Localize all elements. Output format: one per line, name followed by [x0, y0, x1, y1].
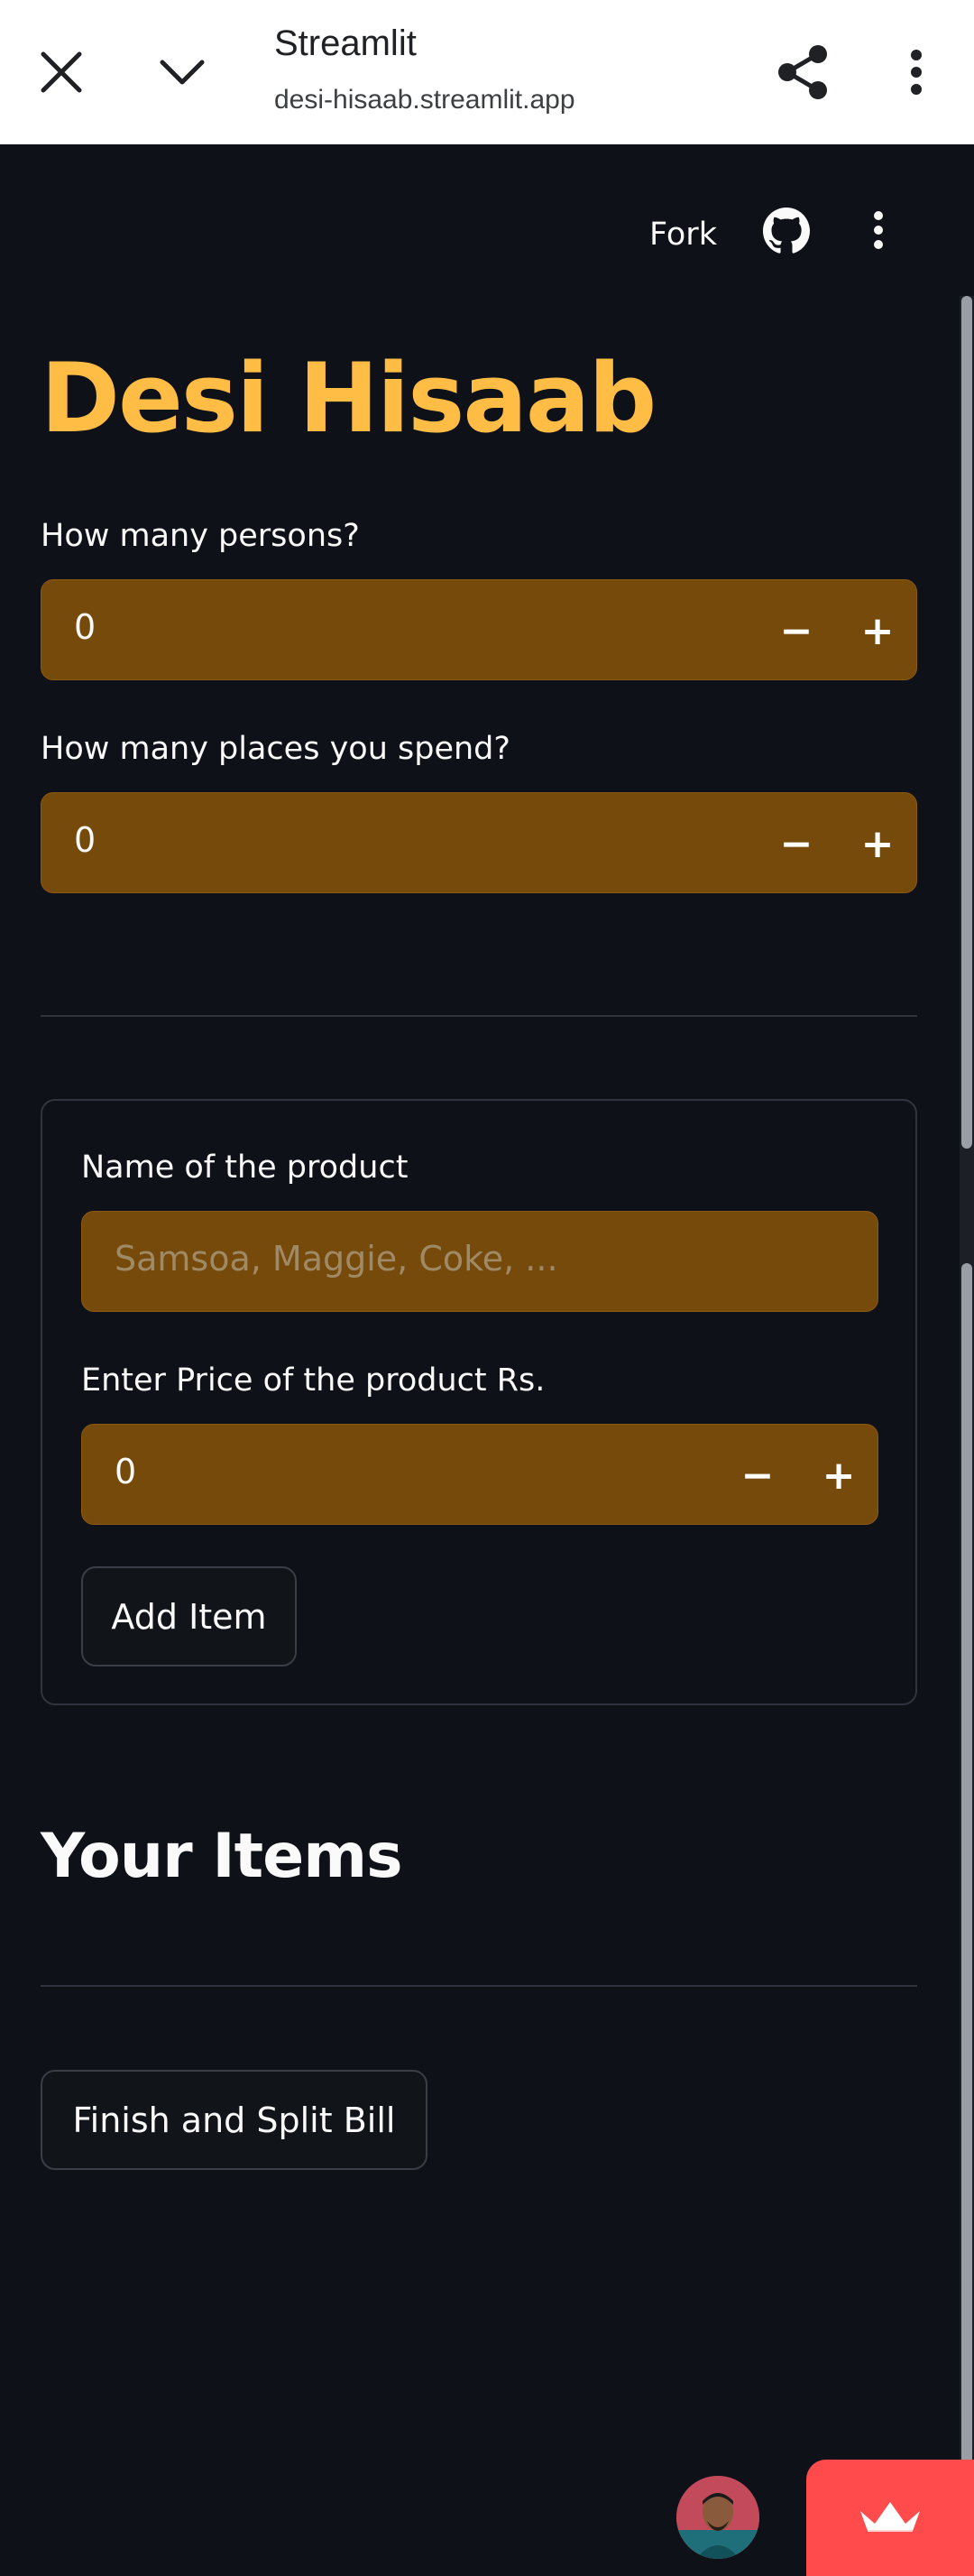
price-value[interactable]: 0: [115, 1452, 136, 1491]
streamlit-badge[interactable]: [806, 2460, 974, 2576]
streamlit-crown-icon: [857, 2498, 923, 2538]
price-label: Enter Price of the product Rs.: [81, 1362, 546, 1399]
price-number-input[interactable]: 0 − +: [81, 1424, 878, 1525]
browser-bar: Streamlit desi-hisaab.streamlit.app: [0, 0, 974, 144]
github-icon[interactable]: [763, 208, 810, 254]
persons-decrement-button[interactable]: −: [756, 580, 837, 681]
places-value[interactable]: 0: [74, 820, 96, 860]
close-icon[interactable]: [25, 36, 97, 108]
places-decrement-button[interactable]: −: [756, 793, 837, 894]
scrollbar-thumb-lower[interactable]: [961, 1263, 972, 2576]
more-vert-icon[interactable]: [880, 36, 952, 108]
price-decrement-button[interactable]: −: [717, 1425, 798, 1526]
places-number-input[interactable]: 0 − +: [41, 792, 917, 893]
browser-url[interactable]: desi-hisaab.streamlit.app: [274, 85, 575, 115]
product-name-placeholder: Samsoa, Maggie, Coke, ...: [115, 1239, 558, 1279]
avatar[interactable]: [676, 2476, 759, 2559]
places-label: How many places you spend?: [41, 731, 510, 767]
your-items-heading: Your Items: [41, 1821, 403, 1892]
persons-increment-button[interactable]: +: [837, 580, 918, 681]
places-increment-button[interactable]: +: [837, 793, 918, 894]
persons-number-input[interactable]: 0 − +: [41, 579, 917, 680]
chevron-down-icon[interactable]: [146, 36, 218, 108]
app-menu-icon[interactable]: [860, 199, 896, 262]
product-name-label: Name of the product: [81, 1150, 409, 1186]
fork-button[interactable]: Fork: [649, 217, 717, 253]
divider: [41, 1015, 917, 1017]
share-icon[interactable]: [767, 36, 839, 108]
price-increment-button[interactable]: +: [798, 1425, 879, 1526]
persons-value[interactable]: 0: [74, 607, 96, 647]
product-name-input[interactable]: Samsoa, Maggie, Coke, ...: [81, 1211, 878, 1312]
persons-label: How many persons?: [41, 518, 360, 554]
add-item-button[interactable]: Add Item: [81, 1566, 297, 1667]
divider-bottom: [41, 1985, 917, 1987]
page-title: Desi Hisaab: [41, 343, 657, 454]
browser-title: Streamlit: [274, 23, 417, 63]
finish-split-bill-button[interactable]: Finish and Split Bill: [41, 2070, 427, 2170]
scrollbar-thumb[interactable]: [961, 296, 972, 1149]
app-container: Fork Desi Hisaab How many persons? 0 − +…: [0, 144, 974, 2576]
